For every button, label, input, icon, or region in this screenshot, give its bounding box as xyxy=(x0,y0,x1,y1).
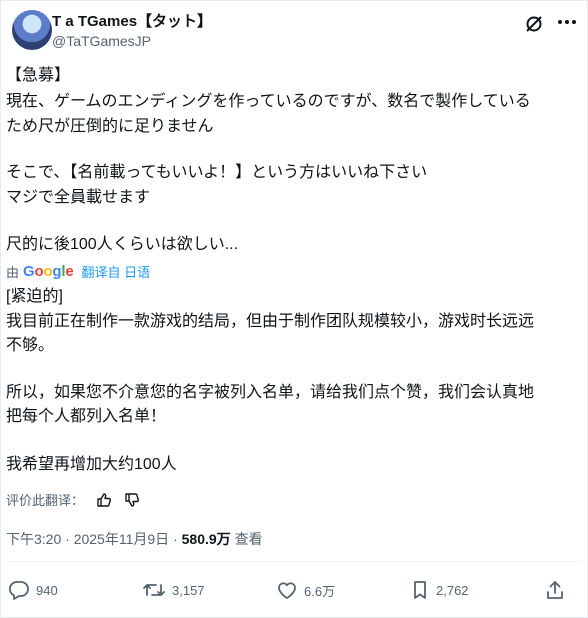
tweet-text-line: ため尺が圧倒的に足りません xyxy=(6,118,214,135)
translation-attribution: 由 Google 翻译自 日语 xyxy=(6,262,150,281)
tweet-time[interactable]: 下午3:20 xyxy=(6,531,61,547)
tweet-text-line: マジで全員載せます xyxy=(6,189,151,206)
tweet-text-line: 尺的に後100人くらいは欲しい... xyxy=(6,236,239,253)
tweet-text-line: 【急募】 xyxy=(6,67,71,84)
google-logo: Google xyxy=(23,263,74,280)
thumbs-down-icon[interactable] xyxy=(124,492,140,508)
translated-text-line: 所以，如果您不介意您的名字被列入名单，请给我们点个赞，我们会认真地 xyxy=(6,384,535,401)
thumbs-up-icon[interactable] xyxy=(96,492,112,508)
bookmark-icon xyxy=(414,581,426,599)
like-count: 6.6万 xyxy=(304,583,336,599)
like-button[interactable]: 6.6万 xyxy=(276,580,335,600)
translated-text-line: 不够。 xyxy=(6,337,55,354)
bookmark-count: 2,762 xyxy=(436,582,469,598)
view-count: 580.9万 xyxy=(181,531,231,547)
author-handle[interactable]: @TaTGamesJP xyxy=(52,33,151,49)
tweet-text-line: そこで、【名前載ってもいいよ！】という方はいいね下さい xyxy=(6,164,428,181)
translated-by-prefix: 由 xyxy=(6,265,20,280)
reply-button[interactable]: 940 xyxy=(8,580,58,600)
avatar[interactable] xyxy=(12,10,52,50)
reply-count: 940 xyxy=(36,582,58,598)
tweet-meta: 下午3:20 · 2025年11月9日 · 580.9万 查看 xyxy=(6,529,263,549)
translated-text-line: 把每个人都列入名单！ xyxy=(6,408,167,425)
heart-icon xyxy=(278,582,296,599)
tweet-text-line: 現在、ゲームのエンディングを作っているのですが、数名で製作している xyxy=(6,93,531,110)
translation-source-link[interactable]: 翻译自 日语 xyxy=(82,262,151,281)
translated-text-line: 我希望再增加大约100人 xyxy=(6,456,177,473)
retweet-count: 3,157 xyxy=(172,582,205,598)
meta-separator: · xyxy=(65,531,70,547)
reply-icon xyxy=(8,581,29,600)
bookmark-button[interactable]: 2,762 xyxy=(410,580,469,600)
retweet-button[interactable]: 3,157 xyxy=(142,580,205,600)
share-button[interactable] xyxy=(545,580,571,600)
translated-text-line: 我目前正在制作一款游戏的结局，但由于制作团队规模较小，游戏时长远远 xyxy=(6,313,535,330)
translated-text-line: [紧迫的] xyxy=(6,288,63,305)
rate-translation: 评价此翻译： xyxy=(6,490,140,509)
share-icon xyxy=(547,581,563,599)
author-display-name[interactable]: T a TGames【タット】 xyxy=(52,10,212,31)
more-horizontal-icon[interactable] xyxy=(558,20,576,26)
tweet-date[interactable]: 2025年11月9日 xyxy=(74,531,169,547)
divider xyxy=(6,561,580,562)
view-label: 查看 xyxy=(234,531,263,547)
meta-separator: · xyxy=(173,531,178,547)
grok-icon[interactable] xyxy=(524,14,544,34)
retweet-icon xyxy=(143,584,165,596)
rate-translation-label: 评价此翻译： xyxy=(6,493,85,508)
